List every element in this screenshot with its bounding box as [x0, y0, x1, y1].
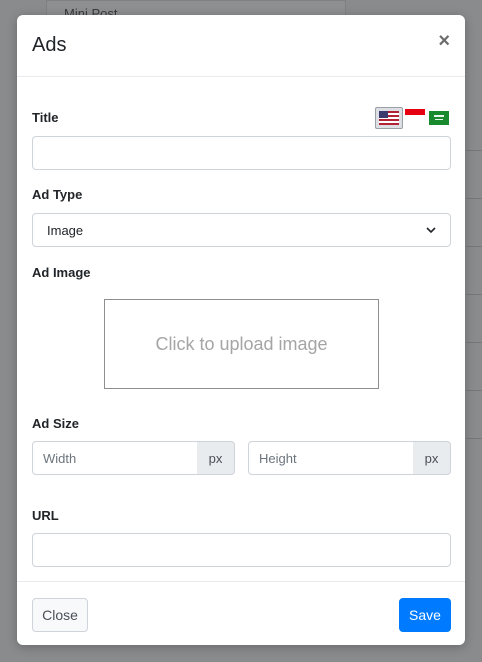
upload-prompt: Click to upload image [155, 333, 328, 354]
title-label: Title [32, 110, 59, 125]
url-label: URL [32, 508, 59, 523]
background-divider [466, 294, 482, 295]
modal-header: Ads × [17, 15, 465, 77]
title-input[interactable] [32, 136, 451, 170]
close-icon[interactable]: × [438, 31, 450, 51]
modal-footer: Close Save [17, 581, 465, 645]
ad-image-label: Ad Image [32, 265, 91, 280]
save-button[interactable]: Save [399, 598, 451, 632]
height-unit-addon: px [413, 441, 451, 475]
saudi-flag-icon[interactable] [429, 111, 449, 125]
background-divider [466, 246, 482, 247]
ad-size-label: Ad Size [32, 416, 79, 431]
ad-type-label: Ad Type [32, 187, 83, 202]
background-divider [466, 390, 482, 391]
background-divider [466, 150, 482, 151]
background-divider [466, 438, 482, 439]
indonesia-flag-icon[interactable] [405, 109, 425, 121]
ad-type-select[interactable]: Image [32, 213, 451, 247]
width-placeholder: Width [43, 450, 77, 466]
url-input[interactable] [32, 533, 451, 567]
width-unit-addon: px [197, 441, 235, 475]
width-input[interactable]: Width [32, 441, 198, 475]
language-switcher [375, 107, 450, 129]
ads-modal: Ads × Title Ad Type Image Ad Image Click… [17, 15, 465, 645]
image-upload-area[interactable]: Click to upload image [104, 299, 379, 389]
chevron-down-icon [426, 227, 436, 234]
modal-title: Ads [32, 34, 67, 56]
us-flag-icon[interactable] [379, 111, 399, 125]
height-input[interactable]: Height [248, 441, 414, 475]
ad-type-selected-value: Image [47, 222, 84, 238]
background-divider [466, 198, 482, 199]
close-button[interactable]: Close [32, 598, 88, 632]
height-placeholder: Height [259, 450, 297, 466]
background-divider [466, 342, 482, 343]
